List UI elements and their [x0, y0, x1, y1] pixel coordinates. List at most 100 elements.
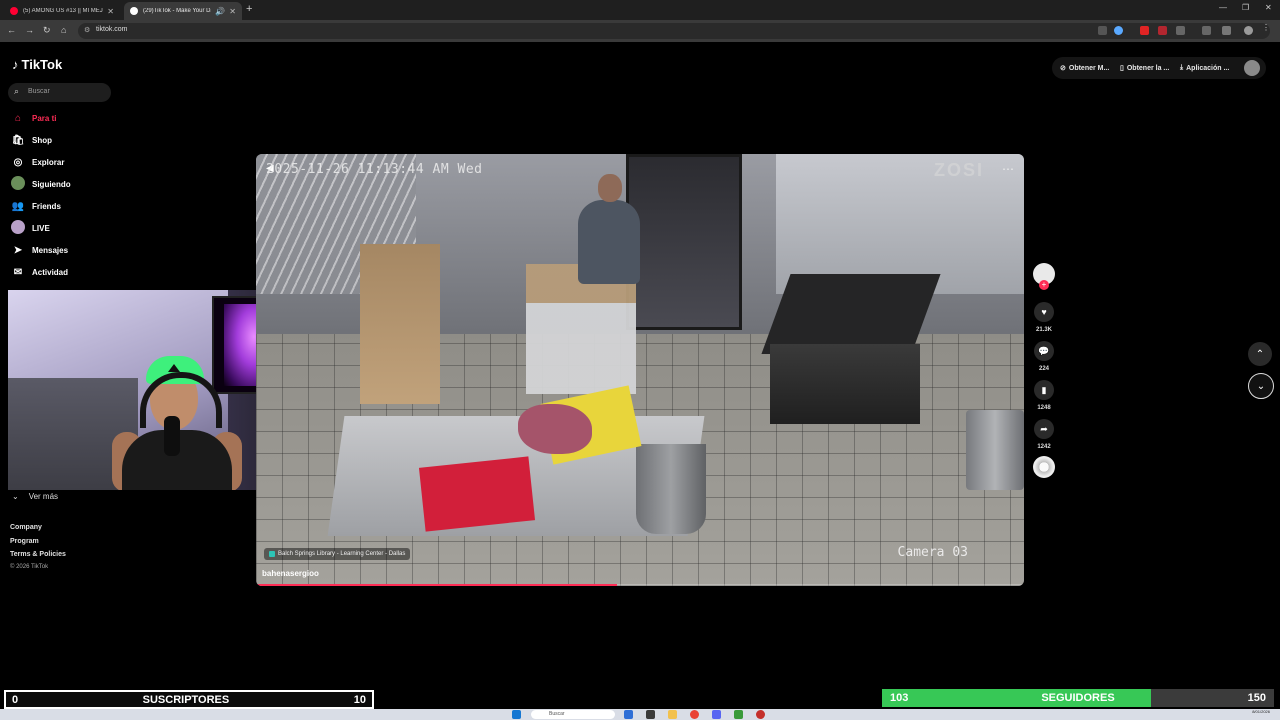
new-tab-button[interactable]: +: [246, 3, 252, 15]
get-coins-button[interactable]: ⊘ Obtener M...: [1060, 60, 1109, 76]
cctv-timestamp: 2025-11-26 11:13:44 AM Wed: [266, 162, 483, 177]
chrome-icon[interactable]: [690, 710, 699, 719]
microphone: [164, 416, 180, 456]
bookmark-star-icon[interactable]: [1114, 26, 1123, 35]
video-scene: [770, 344, 920, 424]
desktop-app-button[interactable]: ⤓ Aplicación ...: [1180, 60, 1229, 76]
video-scene: [360, 244, 440, 404]
extensions-puzzle-icon[interactable]: [1176, 26, 1185, 35]
sidebar-item-actividad[interactable]: ✉ Actividad: [10, 264, 68, 280]
get-app-button[interactable]: ▯ Obtener la ...: [1120, 60, 1169, 76]
search-icon: ⌕: [14, 86, 20, 96]
tab-youtube[interactable]: (5) AMONG US #13 || MI MEJOR ✕: [4, 2, 120, 20]
extension-icon[interactable]: [1158, 26, 1167, 35]
chevron-down-icon: ⌄: [1256, 380, 1266, 392]
sidebar-item-explorar[interactable]: ◎ Explorar: [10, 154, 65, 170]
app-icon[interactable]: [624, 710, 633, 719]
comment-button[interactable]: 💬: [1034, 341, 1054, 361]
comment-count: 224: [1038, 366, 1049, 372]
install-app-icon[interactable]: [1098, 26, 1107, 35]
sound-disc-icon[interactable]: [1033, 456, 1055, 478]
video-username[interactable]: bahenasergioo: [262, 569, 319, 578]
subs-label: SUSCRIPTORES: [142, 693, 230, 706]
download-icon: ⤓: [1180, 64, 1184, 71]
inbox-icon: ✉: [13, 266, 23, 278]
task-view-icon[interactable]: [646, 710, 655, 719]
file-explorer-icon[interactable]: [668, 710, 677, 719]
like-button[interactable]: ♥: [1034, 302, 1054, 322]
maximize-button[interactable]: ❐: [1242, 3, 1249, 12]
sidebar-item-mensajes[interactable]: ➤ Mensajes: [10, 242, 68, 258]
tiktok-favicon-icon: [130, 7, 138, 15]
downloads-icon[interactable]: [1222, 26, 1231, 35]
footer-link-company[interactable]: Company: [10, 524, 42, 531]
tiktok-logo[interactable]: ♪ TikTok: [12, 57, 62, 72]
sidebar-item-shop[interactable]: 🛍 Shop: [10, 132, 52, 148]
profile-avatar[interactable]: [1244, 26, 1253, 35]
subs-current: 0: [12, 693, 19, 706]
profile-avatar[interactable]: [1244, 60, 1260, 76]
windows-start-icon[interactable]: [512, 710, 521, 719]
share-button[interactable]: ➦: [1034, 419, 1054, 439]
sidebar-item-label: Explorar: [32, 157, 65, 167]
home-icon: ⌂: [14, 112, 22, 124]
url-text: tiktok.com: [96, 26, 128, 33]
send-icon: ➤: [13, 244, 23, 256]
video-progress-bar[interactable]: [256, 584, 1024, 586]
audio-icon[interactable]: 🔊: [215, 7, 225, 16]
windows-taskbar: Buscar 8/01/2026: [0, 709, 1280, 720]
followers-goal: 150: [1247, 692, 1266, 704]
more-options-icon[interactable]: ⋯: [1002, 162, 1014, 176]
footer-link-terms[interactable]: Terms & Policies: [10, 551, 66, 558]
video-scene: [776, 154, 1024, 294]
side-panel-icon[interactable]: [1202, 26, 1211, 35]
close-window-button[interactable]: ✕: [1265, 3, 1272, 12]
reload-icon[interactable]: ↻: [43, 25, 51, 36]
tab-tiktok[interactable]: (29)TikTok - Make Your Day 🔊 ✕: [124, 2, 242, 20]
extension-icon[interactable]: [1140, 26, 1149, 35]
video-scene: [761, 274, 941, 354]
location-tag[interactable]: Balch Springs Library - Learning Center …: [264, 548, 411, 560]
sidebar-item-siguiendo[interactable]: Siguiendo: [10, 175, 71, 193]
discord-icon[interactable]: [712, 710, 721, 719]
video-player[interactable]: ◀ 2025-11-26 11:13:44 AM Wed ZOSI ⋯ Came…: [256, 154, 1024, 586]
save-count: 1248: [1037, 405, 1051, 411]
header-action-label: Obtener la ...: [1126, 64, 1170, 72]
tab-title: (5) AMONG US #13 || MI MEJOR: [23, 8, 104, 14]
close-tab-icon[interactable]: ✕: [107, 7, 114, 16]
chevron-up-icon: ⌃: [1255, 348, 1265, 360]
obs-icon[interactable]: [756, 710, 765, 719]
sidebar-item-friends[interactable]: 👥 Friends: [10, 198, 61, 214]
url-field[interactable]: ⚙ tiktok.com ⋮: [78, 23, 1270, 39]
sidebar-item-para-ti[interactable]: ⌂ Para ti: [10, 110, 57, 126]
video-scene: [574, 174, 644, 284]
bookmark-icon: ▮: [1041, 384, 1047, 395]
sidebar-item-live[interactable]: LIVE: [10, 219, 50, 236]
followers-label: SEGUIDORES: [1041, 692, 1115, 704]
heart-icon: ♥: [1041, 307, 1047, 317]
taskbar-search[interactable]: Buscar: [531, 710, 615, 719]
forward-icon[interactable]: →: [25, 25, 34, 35]
address-bar: ← → ↻ ⌂ ⚙ tiktok.com ⋮: [0, 20, 1280, 42]
subscribers-goal-bar: 0 SUSCRIPTORES 10: [4, 690, 374, 709]
logo-text: TikTok: [21, 57, 63, 72]
minimize-button[interactable]: —: [1219, 3, 1227, 12]
following-avatar-icon: [10, 175, 26, 193]
search-input[interactable]: ⌕ Buscar: [8, 83, 111, 102]
close-tab-icon[interactable]: ✕: [229, 7, 236, 16]
comment-icon: 💬: [1038, 345, 1050, 356]
previous-video-button[interactable]: ⌃: [1248, 342, 1272, 366]
home-icon[interactable]: ⌂: [61, 25, 66, 35]
browser-menu-icon[interactable]: ⋮: [1262, 23, 1271, 32]
site-info-icon[interactable]: ⚙: [84, 26, 90, 34]
save-button[interactable]: ▮: [1034, 380, 1054, 400]
tab-bar: (5) AMONG US #13 || MI MEJOR ✕ (29)TikTo…: [0, 0, 1280, 20]
like-count: 21.3K: [1035, 327, 1052, 333]
ver-mas-button[interactable]: ⌄ Ver más: [12, 492, 58, 501]
follow-plus-icon[interactable]: +: [1039, 280, 1049, 290]
footer-link-program[interactable]: Program: [10, 538, 39, 545]
next-video-button[interactable]: ⌄: [1248, 373, 1274, 399]
back-icon[interactable]: ←: [7, 25, 16, 35]
minecraft-icon[interactable]: [734, 710, 743, 719]
taskbar-clock: 8/01/2026: [1252, 709, 1270, 714]
